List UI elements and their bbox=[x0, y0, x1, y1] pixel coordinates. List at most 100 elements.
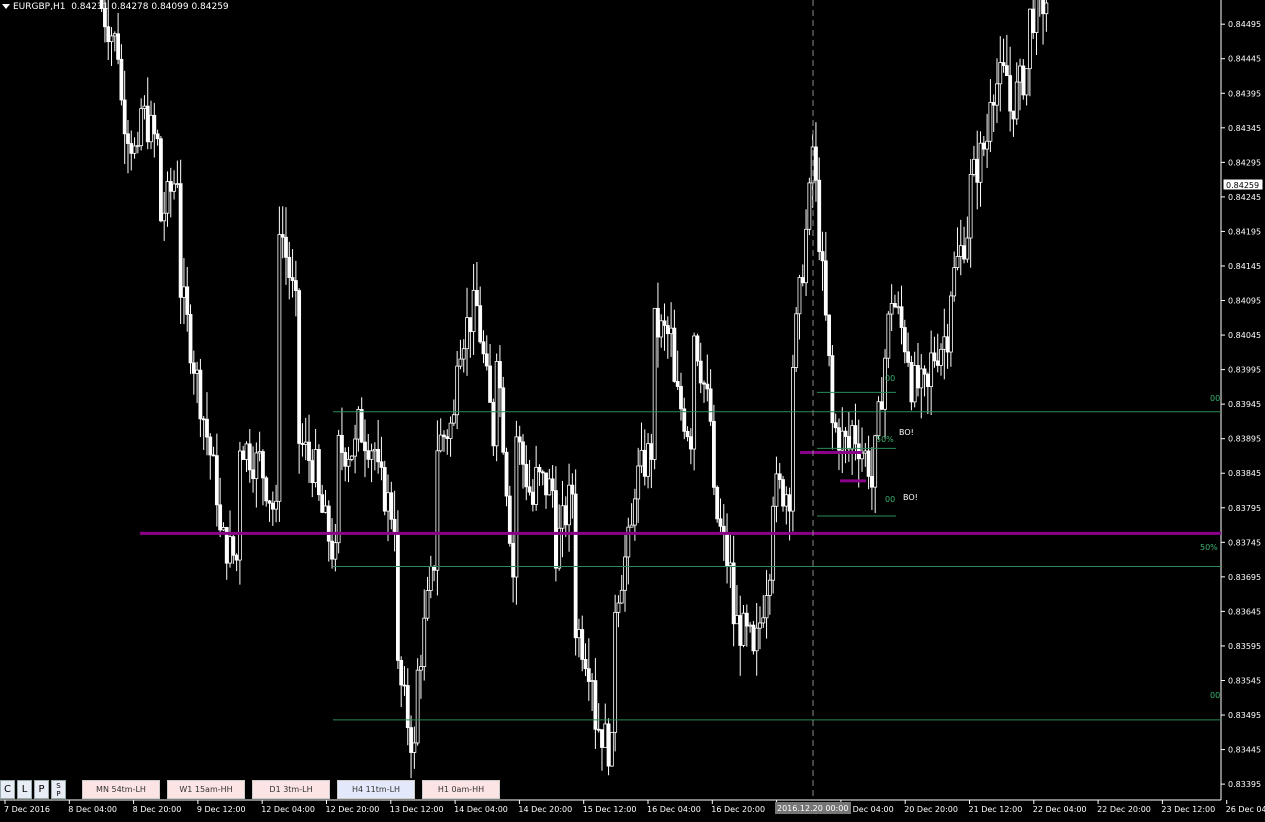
time-tick-label: 9 Dec 12:00 bbox=[197, 805, 246, 814]
candle-body bbox=[366, 450, 371, 460]
candle-body bbox=[326, 505, 331, 542]
candle-body bbox=[139, 108, 144, 147]
fib-label-00-right-top: 00 bbox=[1210, 394, 1220, 403]
candle-body bbox=[419, 666, 423, 671]
candle-body bbox=[761, 617, 766, 624]
c-button[interactable]: C bbox=[0, 780, 15, 799]
candle-body bbox=[132, 145, 137, 154]
candle-body bbox=[800, 277, 805, 284]
fib-label-00-a: 00 bbox=[885, 374, 895, 383]
candle-body bbox=[774, 473, 779, 507]
candle-body bbox=[1021, 65, 1026, 96]
candle-body bbox=[501, 387, 506, 453]
candle-body bbox=[817, 179, 822, 252]
candle-body bbox=[998, 62, 1003, 85]
candle-body bbox=[929, 352, 934, 387]
candle-body bbox=[149, 114, 153, 143]
sp-button[interactable]: SP bbox=[51, 780, 66, 799]
chart-header: EURGBP,H1 0.84231 0.84278 0.84099 0.8425… bbox=[2, 2, 229, 12]
candle-body bbox=[899, 306, 904, 328]
candle-body bbox=[284, 236, 288, 258]
candle-body bbox=[267, 500, 272, 504]
candle-body bbox=[188, 314, 193, 364]
candle-body bbox=[488, 365, 492, 403]
candle-body bbox=[718, 518, 723, 527]
candle-body bbox=[297, 290, 302, 444]
candle-body bbox=[158, 138, 163, 222]
candle-body bbox=[642, 449, 647, 477]
candle-body bbox=[1014, 81, 1019, 120]
candle-body bbox=[748, 624, 753, 627]
candle-body bbox=[685, 430, 690, 438]
candle-body bbox=[544, 472, 548, 496]
candle-body bbox=[573, 493, 578, 639]
p-button[interactable]: P bbox=[34, 780, 49, 799]
candle-body bbox=[432, 566, 437, 571]
price-tick-label: 0.83745 bbox=[1228, 538, 1261, 547]
price-chart[interactable]: 50% 00 00 50% 00 00 BO! BO! 0.84495 0.844… bbox=[0, 0, 1265, 822]
candle-body bbox=[511, 543, 516, 578]
candle-body bbox=[616, 602, 621, 613]
candle-body bbox=[237, 450, 242, 561]
h4-timeframe-button[interactable]: H4 11tm-LH bbox=[337, 780, 415, 799]
candle-body bbox=[837, 427, 841, 451]
candle-body bbox=[665, 325, 670, 335]
candle-body bbox=[797, 277, 802, 315]
candle-body bbox=[975, 158, 980, 183]
price-tick-label: 0.84245 bbox=[1228, 193, 1261, 202]
candle-body bbox=[287, 256, 292, 278]
price-tick-label: 0.84045 bbox=[1228, 331, 1261, 340]
candle-body bbox=[646, 443, 650, 477]
candle-body bbox=[340, 434, 344, 453]
candle-body bbox=[596, 728, 601, 731]
candle-body bbox=[214, 455, 219, 506]
price-tick-label: 0.83395 bbox=[1228, 780, 1261, 789]
candle-body bbox=[639, 449, 644, 467]
candle-body bbox=[254, 452, 259, 480]
candle-body bbox=[777, 473, 782, 480]
candle-body bbox=[675, 381, 680, 387]
mn-timeframe-button[interactable]: MN 54tm-LH bbox=[82, 780, 160, 799]
candle-body bbox=[843, 430, 848, 437]
candle-body bbox=[995, 83, 999, 106]
candle-body bbox=[389, 492, 394, 520]
price-tick-label: 0.83945 bbox=[1228, 400, 1261, 409]
candle-body bbox=[435, 450, 440, 571]
candle-body bbox=[790, 367, 795, 512]
candle-body bbox=[794, 313, 799, 368]
candle-body bbox=[534, 466, 539, 505]
candle-body bbox=[481, 341, 486, 355]
d1-timeframe-button[interactable]: D1 3tm-LH bbox=[252, 780, 330, 799]
candle-body bbox=[586, 668, 591, 682]
sp-button-bottom: P bbox=[56, 790, 61, 798]
candle-body bbox=[570, 484, 575, 495]
w1-timeframe-button[interactable]: W1 15am-HH bbox=[167, 780, 245, 799]
candle-body bbox=[741, 612, 746, 646]
time-tick-label: 7 Dec 2016 bbox=[4, 805, 50, 814]
dropdown-triangle-icon[interactable] bbox=[2, 4, 10, 9]
time-tick-label: 16 Dec 20:00 bbox=[711, 805, 765, 814]
candle-body bbox=[363, 441, 367, 452]
price-tick-label: 0.83845 bbox=[1228, 469, 1261, 478]
candle-body bbox=[379, 461, 384, 468]
candle-body bbox=[738, 615, 743, 646]
candle-body bbox=[1044, 2, 1049, 15]
candle-body bbox=[981, 142, 986, 150]
candle-body bbox=[458, 358, 463, 367]
candle-body bbox=[932, 352, 937, 362]
candle-body bbox=[257, 451, 262, 454]
candle-body bbox=[165, 181, 170, 214]
time-tick-label: 8 Dec 04:00 bbox=[68, 805, 117, 814]
candle-body bbox=[191, 362, 196, 374]
candle-body bbox=[376, 448, 381, 463]
candle-body bbox=[274, 500, 279, 510]
time-tick-label: 26 Dec 04:00 bbox=[1226, 805, 1265, 814]
h1-timeframe-button[interactable]: H1 0am-HH bbox=[422, 780, 500, 799]
candle-body bbox=[955, 256, 960, 268]
candle-body bbox=[349, 455, 354, 460]
candle-body bbox=[567, 484, 571, 526]
candle-body bbox=[270, 502, 275, 510]
candle-body bbox=[649, 443, 654, 460]
candle-body bbox=[537, 466, 542, 473]
l-button[interactable]: L bbox=[17, 780, 32, 799]
